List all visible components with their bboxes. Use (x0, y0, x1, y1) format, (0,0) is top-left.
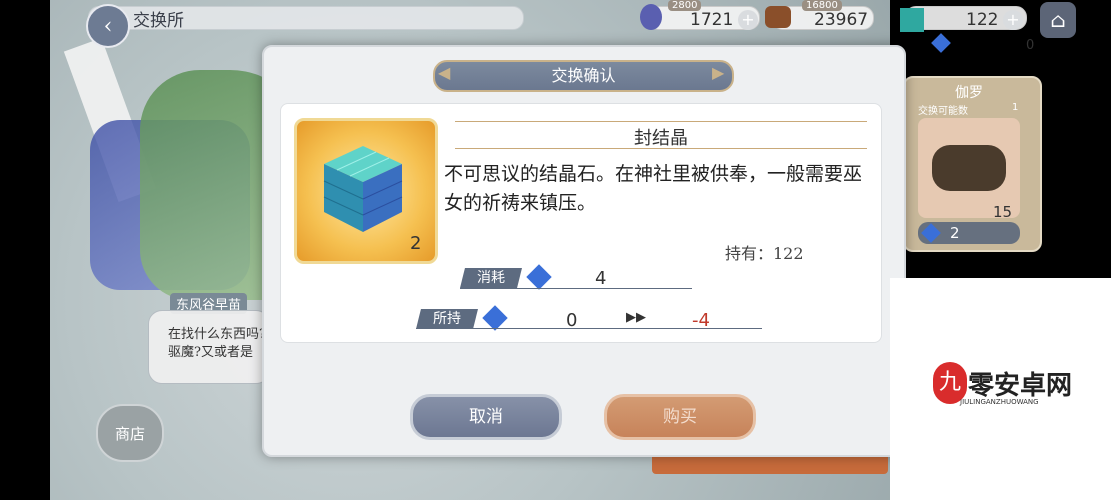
cost-label: 消耗 (460, 268, 522, 288)
home-icon: ⌂ (1050, 8, 1066, 32)
item-quantity: 2 (410, 233, 422, 254)
dialog-title: 交换确认 (433, 60, 734, 92)
home-button[interactable]: ⌂ (1040, 2, 1076, 38)
owned-count: 持有：122 (725, 244, 804, 263)
wood-icon (932, 145, 1006, 191)
cost-value: 4 (595, 268, 607, 289)
side-item-sub-count: 1 (1012, 102, 1019, 113)
watermark-subtext: JIULINGANZHUOWANG (960, 398, 1039, 406)
name-divider-bottom (455, 148, 867, 149)
header-right-chevron-icon: ▶ (712, 63, 725, 82)
crystal-icon (900, 8, 924, 32)
cost-underline (460, 288, 692, 289)
crystal-cube-icon (323, 146, 403, 232)
header-left-chevron-icon: ◀ (438, 63, 451, 82)
ticket-value: 0 (1026, 38, 1035, 53)
item-description: 不可思议的结晶石。在神社里被供奉，一般需要巫女的祈祷来镇压。 (444, 163, 863, 214)
faith-icon (640, 4, 662, 30)
name-divider-top (455, 121, 867, 122)
side-item-price: 2 (950, 224, 960, 242)
back-arrow-icon: ‹ (103, 13, 113, 39)
left-letterbox (0, 0, 50, 500)
side-item-sub: 交换可能数 (918, 106, 968, 117)
cancel-button[interactable]: 取消 (410, 394, 562, 440)
page-title: 交换所 (133, 11, 184, 31)
buy-button[interactable]: 购买 (604, 394, 756, 440)
item-name: 封结晶 (634, 128, 688, 149)
crystal-add-button[interactable]: + (1003, 10, 1023, 30)
faith-add-button[interactable]: + (738, 10, 758, 30)
hold-label: 所持 (416, 309, 478, 329)
side-item-count: 15 (993, 203, 1013, 221)
arrow-icon: ▶▶ (626, 310, 646, 325)
money-value: 23967 (814, 10, 869, 30)
money-icon (765, 6, 791, 28)
side-item-name: 伽罗 (955, 85, 983, 101)
shop-button[interactable]: 商店 (96, 404, 164, 462)
watermark-text: 零安卓网 (968, 371, 1073, 401)
speech-text: 在找什么东西吗?驱魔?又或者是 (168, 327, 266, 360)
crystal-value: 122 (966, 10, 999, 30)
back-button[interactable]: ‹ (86, 4, 130, 48)
faith-value: 1721 (690, 10, 734, 30)
hold-underline (416, 328, 762, 329)
